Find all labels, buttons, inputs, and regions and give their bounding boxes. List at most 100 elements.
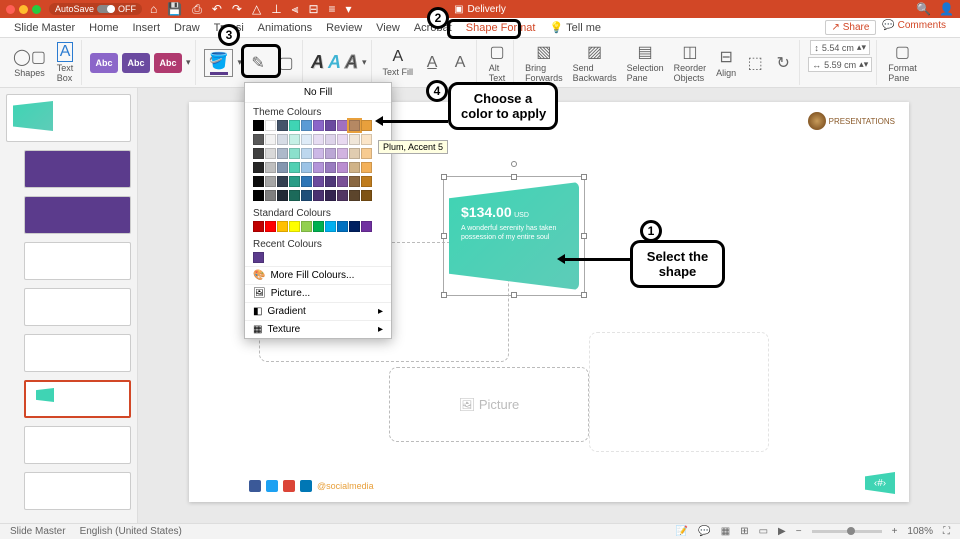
color-swatch[interactable]	[361, 134, 372, 145]
shape-styles[interactable]: Abc Abc Abc ▾	[86, 40, 196, 85]
color-swatch[interactable]	[301, 162, 312, 173]
color-swatch[interactable]	[361, 221, 372, 232]
wordart-style[interactable]: A	[311, 52, 324, 73]
color-swatch[interactable]	[277, 148, 288, 159]
color-swatch[interactable]	[253, 134, 264, 145]
qat-icon[interactable]: ≡	[329, 2, 336, 17]
reorder-button[interactable]: ◫Reorder Objects	[671, 40, 710, 85]
text-effects-button[interactable]: A	[448, 52, 472, 74]
picture-placeholder[interactable]: 🖼 Picture	[389, 367, 589, 442]
qat-icon[interactable]: △	[252, 2, 261, 17]
wordart-styles[interactable]: A A A ▾	[307, 40, 372, 85]
color-swatch[interactable]	[349, 148, 360, 159]
color-swatch[interactable]	[253, 162, 264, 173]
style-swatch[interactable]: Abc	[90, 53, 118, 73]
color-swatch[interactable]	[301, 120, 312, 131]
color-swatch[interactable]	[265, 134, 276, 145]
layout-thumb[interactable]	[24, 288, 131, 326]
tab-draw[interactable]: Draw	[174, 22, 200, 34]
placeholder[interactable]	[589, 332, 769, 452]
color-swatch[interactable]	[361, 190, 372, 201]
tab-animations[interactable]: Animations	[258, 22, 312, 34]
zoom-slider[interactable]	[812, 530, 882, 533]
color-swatch[interactable]	[289, 162, 300, 173]
style-swatch[interactable]: Abc	[154, 53, 182, 73]
layout-thumb[interactable]	[24, 426, 131, 464]
rotate-button[interactable]: ↻	[771, 51, 795, 75]
layout-thumb[interactable]	[24, 150, 131, 188]
color-swatch[interactable]	[325, 162, 336, 173]
picture-fill[interactable]: 🖼Picture...	[245, 284, 391, 302]
color-swatch[interactable]	[337, 162, 348, 173]
width-input[interactable]: ↔5.59 cm▴▾	[808, 57, 872, 72]
color-swatch[interactable]	[265, 120, 276, 131]
minimize-icon[interactable]	[19, 5, 28, 14]
color-swatch[interactable]	[313, 134, 324, 145]
color-swatch[interactable]	[289, 176, 300, 187]
color-swatch[interactable]	[361, 148, 372, 159]
color-swatch[interactable]	[277, 120, 288, 131]
style-swatch[interactable]: Abc	[122, 53, 150, 73]
tab-home[interactable]: Home	[89, 22, 118, 34]
color-swatch[interactable]	[349, 134, 360, 145]
zoom-in-icon[interactable]: +	[892, 526, 898, 537]
tab-review[interactable]: Review	[326, 22, 362, 34]
tell-me[interactable]: 💡Tell me	[549, 21, 601, 34]
color-swatch[interactable]	[289, 120, 300, 131]
color-swatch[interactable]	[313, 120, 324, 131]
color-swatch[interactable]	[277, 134, 288, 145]
color-swatch[interactable]	[349, 221, 360, 232]
chevron-down-icon[interactable]: ▾	[186, 57, 191, 68]
text-outline-button[interactable]: A̲	[420, 52, 444, 74]
comments-button[interactable]: 💬	[698, 526, 710, 537]
print-icon[interactable]: ⎙	[192, 2, 202, 17]
color-swatch[interactable]	[289, 221, 300, 232]
send-backward-button[interactable]: ▨Send Backwards	[570, 40, 620, 85]
color-swatch[interactable]	[301, 176, 312, 187]
shape-fill-button[interactable]: 🪣	[204, 49, 234, 77]
color-swatch[interactable]	[349, 176, 360, 187]
notes-button[interactable]: 📝	[676, 526, 688, 537]
color-swatch[interactable]	[301, 221, 312, 232]
color-swatch[interactable]	[313, 162, 324, 173]
layout-thumb[interactable]	[24, 472, 131, 510]
color-swatch[interactable]	[301, 134, 312, 145]
shapes-gallery[interactable]: ◯▢Shapes	[10, 45, 49, 80]
color-swatch[interactable]	[325, 120, 336, 131]
color-swatch[interactable]	[337, 120, 348, 131]
view-reading-icon[interactable]: ▭	[759, 526, 768, 537]
search-icon[interactable]: 🔍	[916, 2, 931, 16]
color-swatch[interactable]	[325, 134, 336, 145]
color-swatch[interactable]	[277, 176, 288, 187]
qat-icon[interactable]: ⊥	[271, 2, 281, 17]
color-swatch[interactable]	[337, 190, 348, 201]
alt-text-button[interactable]: ▢Alt Text	[485, 40, 509, 85]
color-swatch[interactable]	[349, 190, 360, 201]
account-icon[interactable]: 👤	[939, 2, 954, 16]
layout-thumb[interactable]	[24, 242, 131, 280]
color-swatch[interactable]	[265, 148, 276, 159]
color-swatch[interactable]	[301, 190, 312, 201]
color-swatch[interactable]	[337, 134, 348, 145]
color-swatch[interactable]	[289, 148, 300, 159]
wordart-style[interactable]: A	[345, 52, 358, 73]
align-button[interactable]: ⊟Align	[713, 45, 739, 80]
color-swatch[interactable]	[265, 176, 276, 187]
selected-shape[interactable]: $134.00 USD A wonderful serenity has tak…	[449, 182, 579, 290]
color-swatch[interactable]	[253, 120, 264, 131]
linkedin-icon[interactable]	[300, 480, 312, 492]
autosave-toggle[interactable]: AutoSaveOFF	[49, 3, 142, 15]
tab-insert[interactable]: Insert	[132, 22, 160, 34]
maximize-icon[interactable]	[32, 5, 41, 14]
view-slideshow-icon[interactable]: ▶	[778, 526, 786, 537]
color-swatch[interactable]	[361, 176, 372, 187]
color-swatch[interactable]	[253, 221, 264, 232]
textbox-button[interactable]: AText Box	[53, 40, 77, 85]
color-swatch[interactable]	[313, 221, 324, 232]
facebook-icon[interactable]	[249, 480, 261, 492]
close-icon[interactable]	[6, 5, 15, 14]
color-swatch[interactable]	[265, 162, 276, 173]
text-fill-button[interactable]: AText Fill	[380, 46, 417, 79]
status-language[interactable]: English (United States)	[80, 526, 182, 537]
more-fill-colours[interactable]: 🎨More Fill Colours...	[245, 266, 391, 284]
